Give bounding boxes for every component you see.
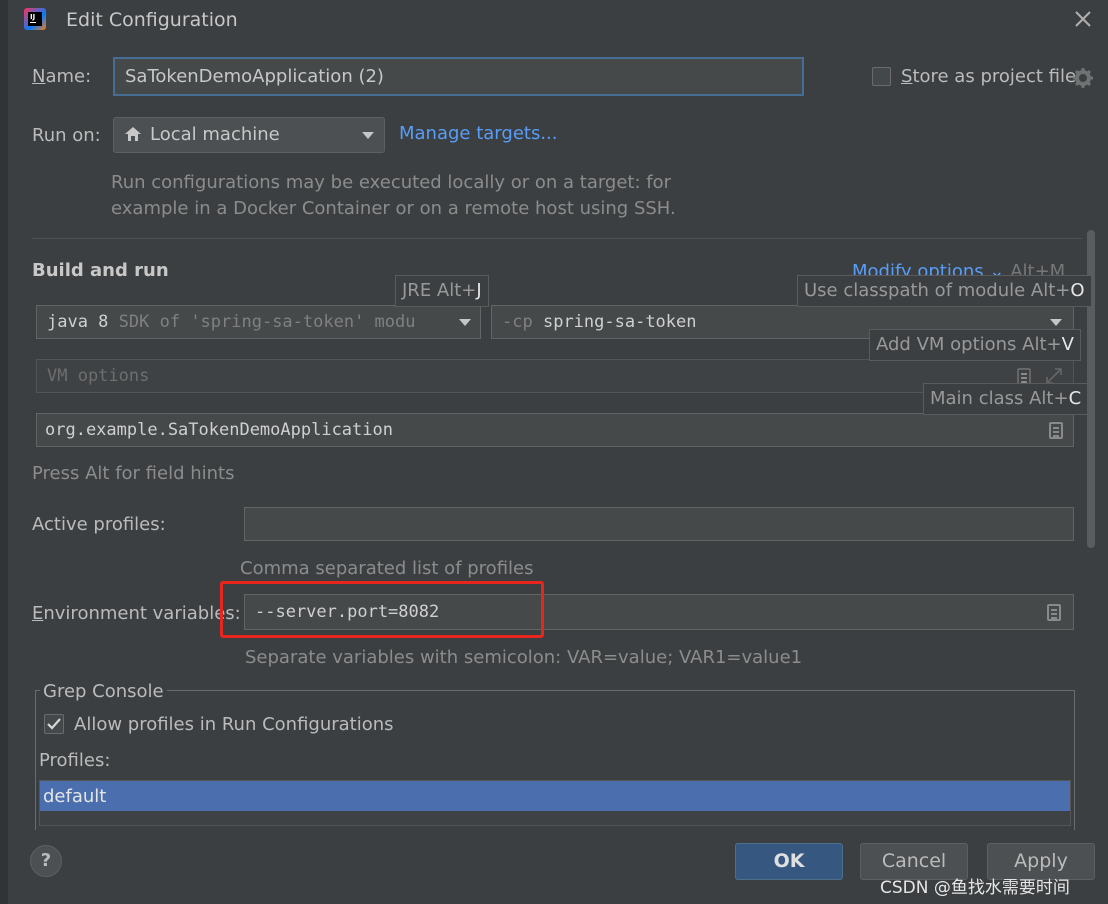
browse-class-icon[interactable] <box>1049 422 1063 439</box>
title-bar: IJ Edit Configuration <box>8 0 1108 42</box>
grep-console-title: Grep Console <box>40 681 167 702</box>
cp-flag: -cp <box>502 312 533 332</box>
help-button[interactable]: ? <box>30 845 62 877</box>
profiles-list-label: Profiles: <box>39 750 111 771</box>
profiles-list: default <box>39 780 1071 826</box>
chevron-down-icon <box>459 319 471 326</box>
vm-options-tooltip: Add VM options Alt+V <box>869 329 1081 361</box>
watermark-text: CSDN @鱼找水需要时间 <box>880 878 1070 898</box>
jre-description: SDK of 'spring-sa-token' modu <box>118 312 416 332</box>
environment-variables-hint: Separate variables with semicolon: VAR=v… <box>245 647 803 668</box>
manage-targets-link[interactable]: Manage targets... <box>399 123 558 144</box>
window-title: Edit Configuration <box>66 9 238 31</box>
name-label: Name: <box>32 66 92 87</box>
run-on-label: Run on: <box>32 125 101 146</box>
field-hints-text: Press Alt for field hints <box>32 463 235 484</box>
store-as-project-file-label[interactable]: Store as project file <box>901 66 1076 87</box>
environment-variables-label: Environment variables: <box>32 603 241 624</box>
main-class-input[interactable]: org.example.SaTokenDemoApplication <box>36 413 1074 447</box>
highlight-box <box>220 581 544 638</box>
run-on-value: Local machine <box>150 124 280 145</box>
jre-dropdown[interactable]: java 8 SDK of 'spring-sa-token' modu <box>36 305 481 339</box>
active-profiles-label: Active profiles: <box>32 514 166 535</box>
chevron-down-icon <box>362 132 374 139</box>
run-on-description-line1: Run configurations may be executed local… <box>111 172 672 193</box>
background-editor-strip <box>0 0 8 904</box>
run-on-description-line2: example in a Docker Container or on a re… <box>111 198 676 219</box>
home-icon <box>124 125 142 143</box>
jre-tooltip: JRE Alt+J <box>395 275 489 307</box>
build-and-run-heading: Build and run <box>32 260 169 281</box>
main-class-tooltip: Main class Alt+C <box>923 383 1089 415</box>
cp-module: spring-sa-token <box>542 312 697 332</box>
run-on-dropdown[interactable]: Local machine <box>113 117 385 153</box>
jre-version: java 8 <box>47 312 109 332</box>
list-item[interactable]: default <box>40 781 1070 811</box>
allow-profiles-label[interactable]: Allow profiles in Run Configurations <box>74 714 394 735</box>
vm-options-input[interactable]: VM options <box>36 359 1074 393</box>
ok-button[interactable]: OK <box>735 843 843 880</box>
active-profiles-input[interactable] <box>244 507 1074 541</box>
active-profiles-hint: Comma separated list of profiles <box>240 558 534 579</box>
classpath-tooltip: Use classpath of module Alt+O <box>797 275 1092 307</box>
chevron-down-icon <box>1050 319 1062 326</box>
separator <box>32 238 1082 239</box>
edit-configuration-dialog: IJ Edit Configuration Name: SaTokenDemoA… <box>8 0 1108 904</box>
store-as-project-file-checkbox[interactable] <box>872 67 891 86</box>
close-icon[interactable] <box>1072 8 1094 30</box>
edit-env-vars-icon[interactable] <box>1047 604 1061 621</box>
allow-profiles-checkbox[interactable] <box>44 714 64 734</box>
gear-icon[interactable] <box>1072 67 1094 89</box>
intellij-logo-icon: IJ <box>24 8 46 30</box>
name-input[interactable]: SaTokenDemoApplication (2) <box>113 57 804 96</box>
